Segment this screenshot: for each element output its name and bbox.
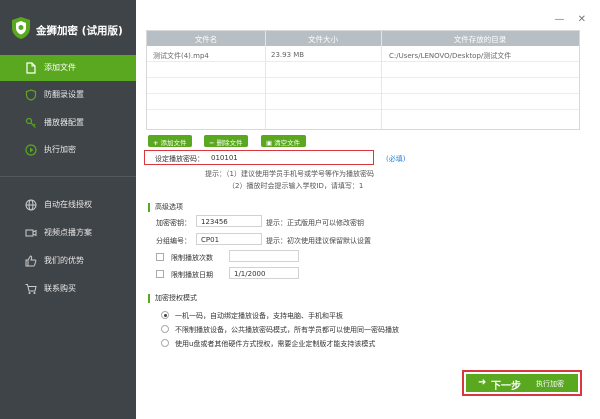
add-file-label: 添加文件: [160, 139, 187, 147]
auth-mode-label-shared-password: 不限制播放设备，公共播放密码模式，所有学员都可以使用同一密码播放: [175, 326, 399, 334]
play-icon: [25, 144, 37, 156]
group-id-input[interactable]: CP01: [196, 233, 262, 245]
main-panel: — ✕ 文件名 文件大小 文件存放的目录 测试文件(4).mp4 23.93 M…: [136, 0, 600, 419]
sidebar-item-label: 我们的优势: [44, 256, 84, 265]
limit-count-label: 限制播放次数: [171, 254, 213, 262]
thumbs-up-icon: [25, 255, 37, 267]
limit-count-checkbox[interactable]: [156, 253, 164, 261]
encrypt-key-input[interactable]: 123456: [196, 215, 262, 227]
auth-mode-label-one-device: 一机一码，自动绑定播放设备，支持电脑、手机和平板: [175, 312, 343, 320]
limit-date-label: 限制播放日期: [171, 271, 213, 279]
file-table: 文件名 文件大小 文件存放的目录 测试文件(4).mp4 23.93 MB C:…: [146, 30, 580, 130]
encrypt-key-label: 加密密钥：: [156, 219, 191, 227]
clear-files-label: 清空文件: [274, 139, 301, 147]
encrypt-key-note: 提示：正式版用户可以修改密钥: [266, 219, 364, 227]
column-divider: [381, 31, 382, 129]
window-controls: — ✕: [544, 14, 586, 25]
trash-icon: ▣: [266, 139, 273, 147]
column-header-directory[interactable]: 文件存放的目录: [381, 34, 579, 45]
video-icon: [25, 229, 37, 237]
sidebar-item-execute-encrypt[interactable]: 执行加密: [0, 137, 136, 163]
limit-count-input[interactable]: [229, 250, 299, 262]
sidebar-item-advantages[interactable]: 我们的优势: [0, 248, 136, 274]
delete-file-label: 删除文件: [216, 139, 243, 147]
hint-line-2: （2）播放时会提示输入学校ID，请填写：1: [228, 182, 364, 190]
sidebar-item-label: 自动在线授权: [44, 200, 92, 209]
delete-file-button[interactable]: − 删除文件: [204, 135, 249, 147]
cart-icon: [25, 284, 37, 294]
cell-filename: 测试文件(4).mp4: [153, 52, 209, 60]
next-button-label: 下一步: [491, 381, 521, 392]
shield-icon: [25, 89, 37, 101]
group-id-note: 提示：初次使用建议保留默认设置: [266, 237, 371, 245]
sidebar-item-auto-auth[interactable]: 自动在线授权: [0, 192, 136, 218]
next-button-highlight: ➜ 下一步 执行加密: [462, 370, 582, 396]
limit-date-input[interactable]: 1/1/2000: [229, 267, 299, 279]
close-button[interactable]: ✕: [578, 14, 586, 25]
minus-icon: −: [209, 139, 215, 147]
sidebar-item-vod-plan[interactable]: 视频点播方案: [0, 220, 136, 246]
plus-icon: +: [153, 139, 159, 147]
password-field-box: 设定播放密码： 010101: [144, 150, 374, 165]
hint-line-1: 提示：（1）建议使用学员手机号或学号等作为播放密码: [205, 170, 374, 178]
table-header: 文件名 文件大小 文件存放的目录: [147, 31, 579, 46]
password-input[interactable]: 010101: [211, 154, 238, 162]
column-header-filesize[interactable]: 文件大小: [265, 34, 381, 45]
add-file-button[interactable]: + 添加文件: [148, 135, 193, 147]
table-row-empty: [147, 95, 579, 110]
clear-files-button[interactable]: ▣ 清空文件: [261, 135, 307, 147]
table-row-empty: [147, 79, 579, 94]
auth-mode-title: 加密授权模式: [148, 294, 197, 303]
sidebar-item-label: 联系购买: [44, 284, 76, 293]
app-title: 金狮加密 (试用版): [36, 25, 123, 37]
sidebar-item-anti-record[interactable]: 防翻录设置: [0, 82, 136, 108]
brand: 金狮加密 (试用版): [10, 16, 136, 46]
auth-mode-radio-one-device[interactable]: [161, 311, 169, 319]
auth-mode-label-usb: 使用u盘或者其他硬件方式授权，需要企业定制版才能支持该模式: [175, 340, 376, 348]
sidebar-item-label: 执行加密: [44, 145, 76, 154]
password-label: 设定播放密码：: [155, 155, 204, 163]
sidebar-item-label: 防翻录设置: [44, 90, 84, 99]
sidebar-item-label: 播放器配置: [44, 118, 84, 127]
key-icon: [25, 117, 36, 128]
auth-mode-radio-usb[interactable]: [161, 339, 169, 347]
auth-mode-radio-shared-password[interactable]: [161, 325, 169, 333]
sidebar-item-label: 视频点播方案: [44, 228, 92, 237]
sidebar-divider: [0, 176, 136, 177]
next-button[interactable]: ➜ 下一步 执行加密: [466, 374, 578, 392]
column-divider: [265, 31, 266, 129]
sidebar-item-add-file[interactable]: 添加文件: [0, 55, 136, 81]
file-icon: [26, 62, 36, 74]
arrow-right-icon: ➜: [478, 377, 487, 388]
shield-logo-icon: [12, 17, 30, 39]
required-link[interactable]: (必填): [386, 154, 405, 164]
globe-icon: [25, 199, 37, 211]
sidebar-item-label: 添加文件: [44, 63, 76, 72]
sidebar-item-player-config[interactable]: 播放器配置: [0, 110, 136, 136]
column-header-filename[interactable]: 文件名: [147, 34, 265, 45]
limit-date-checkbox[interactable]: [156, 270, 164, 278]
advanced-options-title: 高级选项: [148, 203, 183, 212]
minimize-button[interactable]: —: [554, 14, 564, 25]
cell-directory: C:/Users/LENOVO/Desktop/测试文件: [389, 52, 512, 60]
cell-filesize: 23.93 MB: [271, 51, 305, 59]
sidebar: 金狮加密 (试用版) 添加文件 防翻录设置 播放器配置 执行加密 自动在线授权 …: [0, 0, 136, 419]
table-row-empty: [147, 63, 579, 78]
table-row[interactable]: 测试文件(4).mp4 23.93 MB C:/Users/LENOVO/Des…: [147, 47, 579, 62]
sidebar-item-contact-purchase[interactable]: 联系购买: [0, 276, 136, 302]
next-button-sublabel: 执行加密: [536, 380, 564, 388]
group-id-label: 分组编号：: [156, 237, 191, 245]
